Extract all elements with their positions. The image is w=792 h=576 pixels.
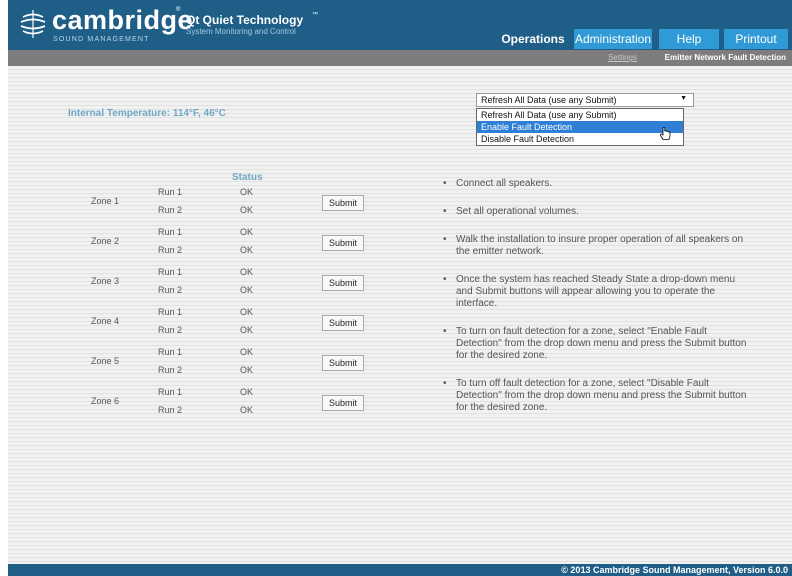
zone-row: Zone 1 Run 1 OK Run 2 OK Submit [8,184,448,222]
run-label: Run 1 [158,187,183,197]
tab-administration[interactable]: Administration [574,29,652,49]
status-column-header: Status [232,172,263,183]
product-subtitle: System Monitoring and Control [186,27,296,36]
zone-label: Zone 3 [91,276,120,286]
run-status: OK [240,187,254,197]
internal-temperature: Internal Temperature: 114°F, 46°C [68,108,226,119]
run-status: OK [240,365,254,375]
option-disable-fault-detection[interactable]: Disable Fault Detection [477,133,683,145]
header-bar: cambridge ® SOUND MANAGEMENT Qt Quiet Te… [8,0,792,50]
zone-3-submit-button[interactable]: Submit [322,275,364,291]
product-trademark: ™ [312,12,318,18]
zone-label: Zone 5 [91,356,120,366]
zone-label: Zone 2 [91,236,120,246]
run-label: Run 2 [158,285,183,295]
app-frame: cambridge ® SOUND MANAGEMENT Qt Quiet Te… [8,0,792,576]
zone-label: Zone 1 [91,196,120,206]
current-page-label: Emitter Network Fault Detection [664,53,786,62]
run-label: Run 2 [158,405,183,415]
run-label: Run 2 [158,205,183,215]
tab-operations[interactable]: Operations [494,29,572,49]
footer-bar: © 2013 Cambridge Sound Management, Versi… [8,564,792,576]
zone-4-submit-button[interactable]: Submit [322,315,364,331]
run-label: Run 1 [158,227,183,237]
action-dropdown-list: Refresh All Data (use any Submit) Enable… [476,108,684,146]
brand-trademark: ® [176,7,181,13]
option-enable-fault-detection[interactable]: Enable Fault Detection [477,121,683,133]
zone-row: Zone 6 Run 1 OK Run 2 OK Submit [8,384,448,422]
dropdown-arrow-icon: ▼ [680,95,687,102]
instruction-item: Walk the installation to insure proper o… [440,234,750,258]
run-status: OK [240,307,254,317]
instruction-item: To turn off fault detection for a zone, … [440,378,750,414]
run-label: Run 2 [158,325,183,335]
hand-pointer-icon [659,127,671,140]
run-label: Run 1 [158,387,183,397]
zone-label: Zone 4 [91,316,120,326]
zone-5-submit-button[interactable]: Submit [322,355,364,371]
main-content: Internal Temperature: 114°F, 46°C Refres… [8,66,792,564]
run-status: OK [240,285,254,295]
settings-link[interactable]: Settings [608,53,637,62]
sub-navigation: Settings Emitter Network Fault Detection [8,50,792,66]
action-select-value: Refresh All Data (use any Submit) [481,95,617,105]
tab-help[interactable]: Help [659,29,719,49]
zone-row: Zone 2 Run 1 OK Run 2 OK Submit [8,224,448,262]
instruction-item: Connect all speakers. [440,178,750,190]
sound-waves-logo-icon [20,10,46,38]
run-status: OK [240,205,254,215]
run-status: OK [240,325,254,335]
brand-name: cambridge [52,5,194,35]
action-select[interactable]: Refresh All Data (use any Submit) ▼ [476,93,694,107]
instruction-item: Set all operational volumes. [440,206,750,218]
instruction-item: Once the system has reached Steady State… [440,274,750,310]
run-label: Run 1 [158,347,183,357]
run-status: OK [240,405,254,415]
tab-printout[interactable]: Printout [724,29,788,49]
brand-subtitle: SOUND MANAGEMENT [53,36,150,43]
run-label: Run 2 [158,245,183,255]
run-label: Run 1 [158,267,183,277]
run-status: OK [240,245,254,255]
zone-1-submit-button[interactable]: Submit [322,195,364,211]
run-status: OK [240,387,254,397]
zone-label: Zone 6 [91,396,120,406]
run-label: Run 2 [158,365,183,375]
run-status: OK [240,227,254,237]
copyright-version: © 2013 Cambridge Sound Management, Versi… [561,565,788,575]
run-label: Run 1 [158,307,183,317]
zone-row: Zone 4 Run 1 OK Run 2 OK Submit [8,304,448,342]
zone-row: Zone 5 Run 1 OK Run 2 OK Submit [8,344,448,382]
product-name: Qt Quiet Technology [186,13,304,27]
zone-6-submit-button[interactable]: Submit [322,395,364,411]
option-refresh-all-data[interactable]: Refresh All Data (use any Submit) [477,109,683,121]
zone-2-submit-button[interactable]: Submit [322,235,364,251]
zone-row: Zone 3 Run 1 OK Run 2 OK Submit [8,264,448,302]
run-status: OK [240,267,254,277]
run-status: OK [240,347,254,357]
instruction-item: To turn on fault detection for a zone, s… [440,326,750,362]
instructions-list: Connect all speakers. Set all operationa… [440,178,750,414]
